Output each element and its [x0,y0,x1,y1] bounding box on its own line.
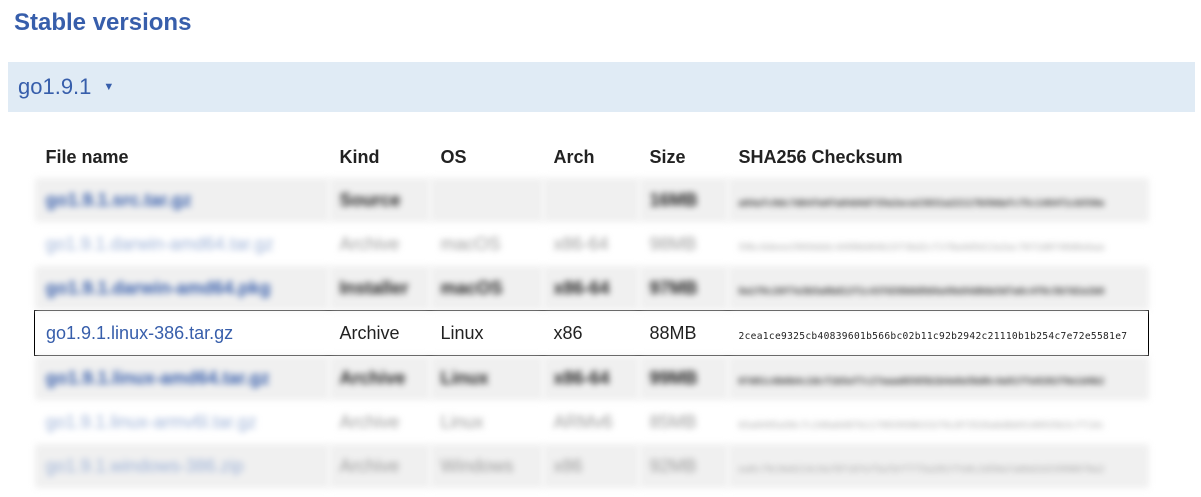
table-row: go1.9.1.linux-armv6l.tar.gz Archive Linu… [35,400,1149,444]
table-row-highlighted: go1.9.1.linux-386.tar.gz Archive Linux x… [34,310,1149,356]
col-header-size: Size [649,146,686,167]
file-link[interactable]: go1.9.1.darwin-amd64.pkg [46,278,271,298]
kind-cell: Archive [339,233,400,254]
size-cell: 92MB [638,444,728,488]
downloads-table: File name Kind OS Arch Size SHA256 Check… [34,136,1149,488]
table-row: go1.9.1.linux-amd64.tar.gz Archive Linux… [34,355,1149,400]
arch-cell: x86-64 [553,233,609,254]
file-link[interactable]: go1.9.1.linux-armv6l.tar.gz [46,412,257,432]
arch-cell [542,178,639,222]
arch-cell: x86 [542,310,639,356]
version-toggle[interactable]: go1.9.1 ▼ [8,62,1195,112]
table-row: go1.9.1.darwin-amd64.pkg Installer macOS… [34,266,1149,311]
os-cell: macOS [440,233,501,254]
file-link[interactable]: go1.9.1.linux-amd64.tar.gz [46,368,270,388]
kind-cell: Archive [339,411,400,432]
arch-cell: x86-64 [542,266,639,311]
file-link[interactable]: go1.9.1.windows-386.zip [46,456,244,476]
os-cell: Linux [440,411,484,432]
size-cell: 85MB [649,411,697,432]
size-cell: 99MB [638,355,728,400]
table-row: go1.9.1.darwin-amd64.tar.gz Archive macO… [35,222,1149,266]
col-header-file-name: File name [45,146,129,167]
arch-cell: x86-64 [542,355,639,400]
checksum-cell: ea9c79c9e6214c9a78f107ef5a7bff775a281ffe… [738,464,1105,475]
checksum-cell: 65a0495a50c7c240a6487b1170939586332f6c8f… [738,420,1105,431]
os-cell: Windows [429,444,543,488]
kind-cell: Source [328,178,430,222]
checksum-cell: a84afc9dc7d64fe0fa84d4d735e2ece23831a221… [738,198,1105,209]
downloads-page: Stable versions go1.9.1 ▼ File name Kind… [0,0,1201,497]
caret-down-icon[interactable]: ▼ [103,81,114,93]
os-cell: macOS [429,266,543,311]
section-title: Stable versions [14,9,192,36]
size-cell: 88MB [638,310,728,356]
size-cell: 16MB [638,178,728,222]
kind-cell: Archive [328,444,430,488]
file-link[interactable]: go1.9.1.linux-386.tar.gz [46,323,233,343]
arch-cell: ARMv6 [553,411,613,432]
size-cell: 97MB [638,266,728,311]
arch-cell: x86 [542,444,639,488]
file-link[interactable]: go1.9.1.src.tar.gz [46,190,192,210]
version-label[interactable]: go1.9.1 [18,74,91,100]
col-header-kind: Kind [339,146,380,167]
checksum-cell: 07d81c6b6b4c2dcf1b5ef7c27eaad6505b1b4e8e… [738,376,1105,387]
table-row: go1.9.1.src.tar.gz Source 16MB a84afc9dc… [34,178,1149,222]
col-header-os: OS [440,146,467,167]
file-link[interactable]: go1.9.1.darwin-amd64.tar.gz [46,234,274,254]
checksum-cell: 59bc6deee2969dddc4490b684b15f3bd2cf1f8a4… [738,242,1105,253]
table-header-row: File name Kind OS Arch Size SHA256 Check… [35,136,1149,178]
size-cell: 98MB [649,233,697,254]
kind-cell: Archive [328,355,430,400]
os-cell: Linux [429,310,543,356]
os-cell: Linux [429,355,543,400]
col-header-checksum: SHA256 Checksum [738,146,903,167]
col-header-arch: Arch [553,146,595,167]
checksum-cell: 8a1f9c20f7e3b5a8bd12f1c43fd38b0d9d4a49e8… [738,286,1105,297]
kind-cell: Archive [328,310,430,356]
kind-cell: Installer [328,266,430,311]
checksum-cell: 2cea1ce9325cb40839601b566bc02b11c92b2942… [738,330,1128,342]
os-cell [429,178,543,222]
table-row: go1.9.1.windows-386.zip Archive Windows … [34,444,1149,488]
